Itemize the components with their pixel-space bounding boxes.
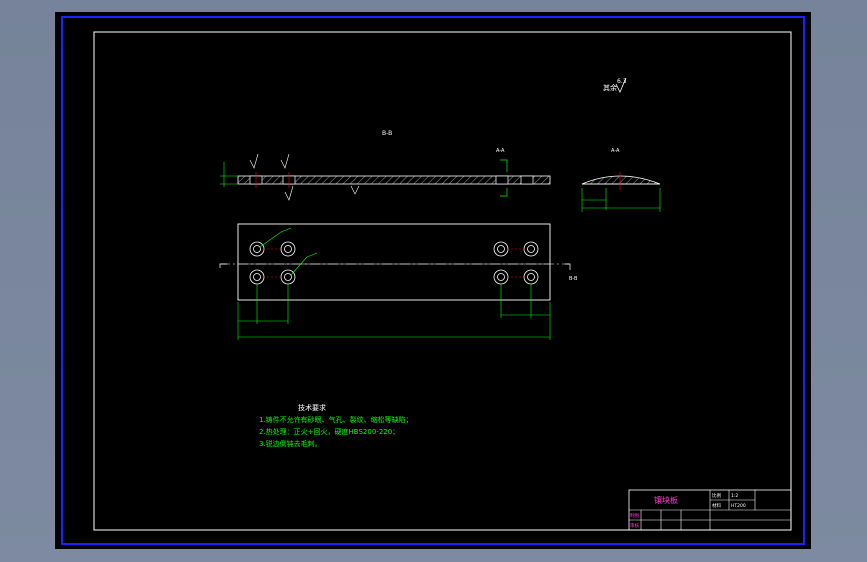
hole-top-left-2 [280,241,296,257]
section-right-marker: B-B [569,276,578,282]
title-block-left-label-2: 审核 [630,522,639,529]
hole-top-right-1 [493,241,509,257]
hole-top-right-2 [523,241,539,257]
section-label-bb: B-B [382,130,392,137]
title-block-right-mid-1: 材料 [712,502,721,509]
section-label-aa-side: A-A [496,148,505,154]
title-block: 镶块板 比例 1:2 材料 HT200 制图 审核 [628,489,792,531]
part-name: 镶块板 [654,495,678,505]
outer-blue-frame [61,16,805,545]
title-block-left-label-1: 制图 [630,512,639,519]
section-aa-detail: A-A [581,148,661,212]
plan-view: B-B [219,223,578,340]
engineering-drawing: 其余 6.3 B-B A-A A-A B-B 技术要求 1.铸件不允许有砂眼、气… [61,16,805,545]
side-view: A-A [220,148,551,201]
roughness-symbol: 其余 6.3 [603,77,627,93]
title-block-right-top-1: 比例 [712,492,721,499]
drawing-border [93,31,792,531]
hole-bottom-right-1 [493,269,509,285]
tech-req-title: 技术要求 [298,403,326,412]
cad-viewport[interactable]: 其余 6.3 B-B A-A A-A B-B 技术要求 1.铸件不允许有砂眼、气… [55,12,811,549]
hole-bottom-right-2 [523,269,539,285]
section-label-aa-detail: A-A [611,148,620,154]
technical-requirements: 技术要求 1.铸件不允许有砂眼、气孔、裂纹、缩松等缺陷； 2.热处理：正火+回火… [259,403,413,448]
tech-req-line-1: 1.铸件不允许有砂眼、气孔、裂纹、缩松等缺陷； [259,415,413,424]
roughness-value: 6.3 [617,78,627,85]
title-block-right-top-2: 1:2 [731,493,738,499]
roughness-note: 其余 [603,83,617,92]
tech-req-line-3: 3.锐边倒钝去毛刺。 [259,439,322,448]
hole-top-left-1 [249,241,265,257]
hole-bottom-left-1 [249,269,265,285]
title-block-right-mid-2: HT200 [731,503,746,509]
hole-bottom-left-2 [280,269,296,285]
tech-req-line-2: 2.热处理：正火+回火，硬度HBS200-220； [259,427,399,436]
